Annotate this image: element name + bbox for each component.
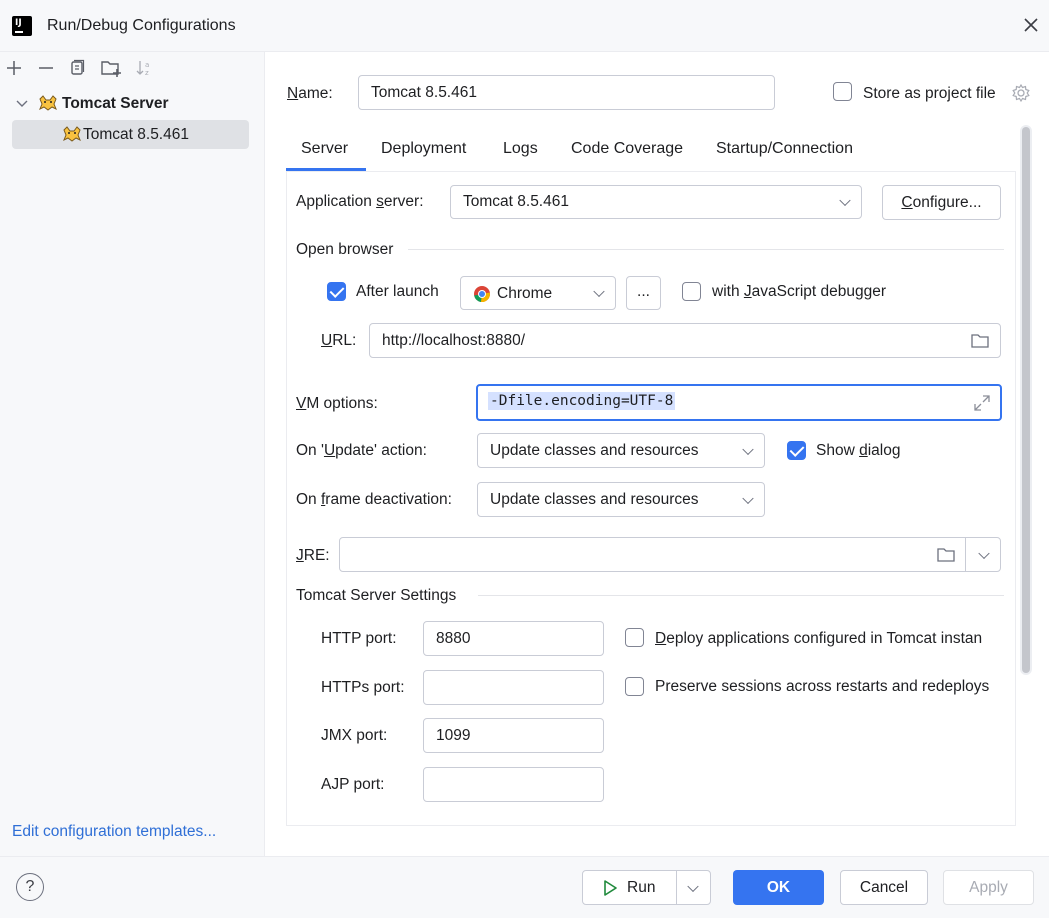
- frame-deactivation-select[interactable]: Update classes and resources: [477, 482, 765, 517]
- chrome-icon: [474, 286, 490, 303]
- close-icon[interactable]: [1020, 14, 1042, 36]
- url-field[interactable]: http://localhost:8880/: [369, 323, 1001, 358]
- https-port-label: HTTPs port:: [321, 679, 405, 696]
- chevron-down-icon: [839, 194, 851, 207]
- tree-item-tomcat[interactable]: Tomcat 8.5.461: [12, 120, 249, 149]
- jmx-port-label: JMX port:: [321, 727, 388, 744]
- svg-text:z: z: [145, 69, 149, 77]
- help-button[interactable]: ?: [16, 873, 44, 901]
- add-icon[interactable]: [4, 58, 24, 78]
- https-port-field[interactable]: [423, 670, 604, 705]
- name-field[interactable]: Tomcat 8.5.461: [358, 75, 775, 110]
- preserve-sessions-checkbox[interactable]: [625, 677, 644, 696]
- run-button[interactable]: Run: [627, 879, 655, 897]
- ajp-port-field[interactable]: [423, 767, 604, 802]
- store-project-checkbox[interactable]: [833, 82, 852, 101]
- url-label: URL:: [321, 332, 357, 349]
- title-bar: IJ Run/Debug Configurations: [0, 0, 1049, 52]
- copy-icon[interactable]: [68, 58, 88, 78]
- new-folder-icon[interactable]: [100, 58, 124, 78]
- chevron-down-icon[interactable]: [16, 99, 28, 109]
- jmx-port-field[interactable]: 1099: [423, 718, 604, 753]
- section-divider: [478, 595, 1004, 596]
- sort-icon[interactable]: az: [134, 58, 154, 78]
- js-debugger-label: with JavaScript debugger: [712, 283, 887, 300]
- tab-server[interactable]: Server: [301, 140, 348, 158]
- folder-icon[interactable]: [970, 332, 990, 350]
- tomcat-settings-label: Tomcat Server Settings: [296, 587, 457, 604]
- remove-icon[interactable]: [36, 58, 56, 78]
- tree-group-label: Tomcat Server: [62, 95, 169, 112]
- chevron-down-icon: [593, 285, 605, 298]
- section-divider: [408, 249, 1004, 250]
- configure-button[interactable]: Configure...: [882, 185, 1001, 220]
- chevron-down-icon: [742, 443, 754, 455]
- gear-icon[interactable]: [1011, 83, 1031, 107]
- deploy-apps-label: Deploy applications configured in Tomcat…: [655, 630, 983, 647]
- chevron-down-icon[interactable]: [978, 547, 990, 559]
- run-icon: [604, 880, 617, 896]
- open-browser-label: Open browser: [296, 241, 394, 258]
- js-debugger-checkbox[interactable]: [682, 282, 701, 301]
- tree-group-tomcat-server[interactable]: Tomcat Server: [12, 90, 249, 118]
- tomcat-icon: [63, 126, 81, 142]
- http-port-label: HTTP port:: [321, 630, 397, 647]
- jre-label: JRE:: [296, 547, 330, 564]
- edit-templates-link[interactable]: Edit configuration templates...: [12, 823, 216, 841]
- tab-logs[interactable]: Logs: [503, 140, 538, 158]
- app-server-select[interactable]: Tomcat 8.5.461: [450, 185, 862, 219]
- vm-options-field[interactable]: -Dfile.encoding=UTF-8: [476, 384, 1002, 421]
- svg-text:a: a: [145, 61, 149, 69]
- show-dialog-label: Show dialog: [816, 442, 901, 459]
- window-title: Run/Debug Configurations: [47, 17, 236, 34]
- intellij-logo-icon: IJ: [9, 13, 35, 39]
- tab-startup-connection[interactable]: Startup/Connection: [716, 140, 853, 158]
- frame-deactivation-label: On frame deactivation:: [296, 491, 452, 508]
- preserve-sessions-label: Preserve sessions across restarts and re…: [655, 678, 990, 695]
- http-port-field[interactable]: 8880: [423, 621, 604, 656]
- expand-icon[interactable]: [973, 394, 991, 412]
- run-button-group: Run: [582, 870, 711, 905]
- apply-button[interactable]: Apply: [943, 870, 1034, 905]
- ok-button[interactable]: OK: [733, 870, 824, 905]
- update-action-select[interactable]: Update classes and resources: [477, 433, 765, 468]
- vm-options-label: VM options:: [296, 395, 378, 412]
- deploy-apps-checkbox[interactable]: [625, 628, 644, 647]
- jre-divider: [965, 538, 966, 571]
- tree-item-label: Tomcat 8.5.461: [83, 126, 189, 143]
- tab-code-coverage[interactable]: Code Coverage: [571, 140, 683, 158]
- browser-more-button[interactable]: ...: [626, 276, 661, 310]
- scrollbar-thumb[interactable]: [1022, 127, 1030, 673]
- update-action-label: On 'Update' action:: [296, 442, 427, 459]
- chevron-down-icon: [742, 492, 754, 504]
- browser-select[interactable]: Chrome: [460, 276, 616, 310]
- store-project-label: Store as project file: [863, 85, 996, 102]
- ajp-port-label: AJP port:: [321, 776, 385, 793]
- show-dialog-checkbox[interactable]: [787, 441, 806, 460]
- after-launch-checkbox[interactable]: [327, 282, 346, 301]
- jre-field[interactable]: [339, 537, 1001, 572]
- scrollbar[interactable]: [1020, 125, 1032, 675]
- folder-icon[interactable]: [936, 546, 956, 564]
- app-server-label: Application server:: [296, 193, 424, 210]
- tab-deployment[interactable]: Deployment: [381, 140, 466, 158]
- name-label: Name:: [287, 85, 333, 102]
- chevron-down-icon[interactable]: [687, 880, 699, 892]
- run-divider: [676, 871, 677, 904]
- tomcat-icon: [39, 95, 57, 111]
- cancel-button[interactable]: Cancel: [840, 870, 928, 905]
- after-launch-label: After launch: [356, 283, 439, 300]
- configurations-panel: [0, 52, 265, 856]
